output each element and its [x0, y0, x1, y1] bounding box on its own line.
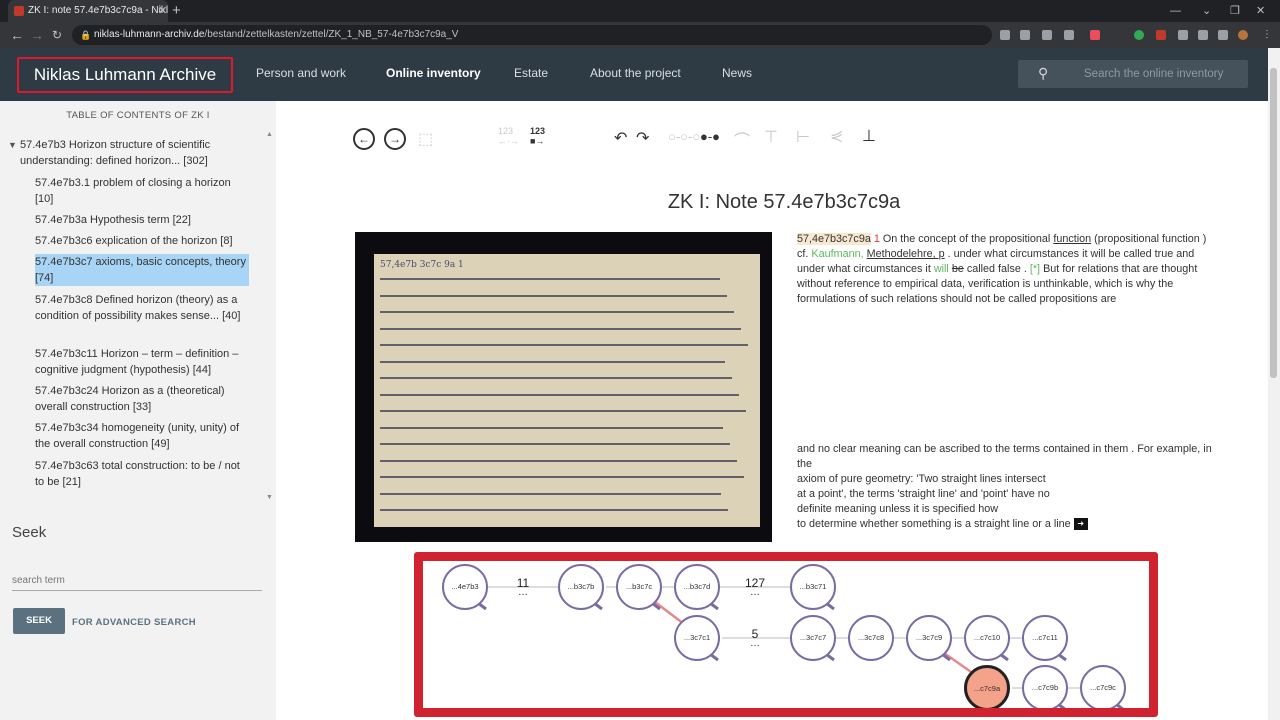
- page-scrollbar[interactable]: [1268, 48, 1280, 720]
- annotation-highlight-frame: [414, 552, 1158, 717]
- scrollbar-thumb[interactable]: [1270, 68, 1277, 378]
